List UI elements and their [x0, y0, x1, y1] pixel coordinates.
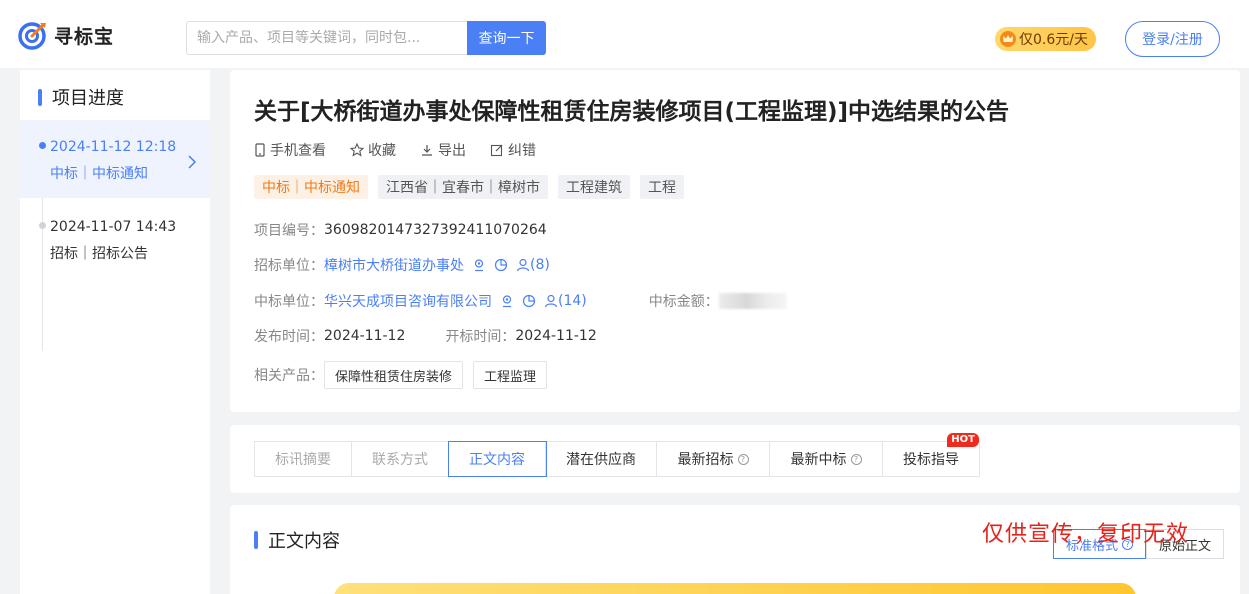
open-label: 开标时间：: [445, 329, 516, 345]
logo-target-icon: [18, 22, 46, 50]
winner-link[interactable]: 华兴天成项目咨询有限公司: [324, 291, 492, 311]
page-title: 关于[大桥街道办事处保障性租赁住房装修项目(工程监理)]中选结果的公告: [254, 99, 1010, 125]
logo[interactable]: 寻标宝: [18, 20, 114, 50]
amount-blurred-value: [718, 293, 787, 309]
winner-contacts-count: (14): [558, 293, 587, 309]
tab-potential-suppliers[interactable]: 潜在供应商: [546, 442, 657, 476]
sidebar-title-text: 项目进度: [52, 88, 124, 109]
dates-row: 发布时间： 2024-11-12 开标时间： 2024-11-12: [254, 326, 597, 346]
tenderer-link[interactable]: 樟树市大桥街道办事处: [324, 255, 464, 275]
export-label: 导出: [438, 143, 466, 159]
location-icon[interactable]: [500, 294, 514, 308]
tag-industry[interactable]: 工程建筑: [558, 175, 630, 199]
amount-label: 中标金额：: [648, 294, 719, 310]
mobile-view-button[interactable]: 手机查看: [254, 140, 326, 160]
winner-label: 中标单位：: [254, 294, 324, 310]
search-button[interactable]: 查询一下: [467, 21, 546, 55]
body-content-card: 正文内容 标准格式 ? 原始正文 仅供宣传，复印无效: [230, 505, 1240, 594]
mobile-view-label: 手机查看: [270, 143, 326, 159]
location-icon[interactable]: [472, 258, 486, 272]
logo-text: 寻标宝: [54, 25, 115, 48]
crown-icon: [1000, 31, 1016, 47]
sidebar-title: 项目进度: [38, 84, 124, 110]
timeline-date: 2024-11-12 12:18: [50, 139, 177, 155]
top-header: 寻标宝 查询一下 仅0.6元/天 登录/注册: [0, 0, 1249, 68]
timeline-dot: [39, 142, 46, 149]
product-chip[interactable]: 工程监理: [473, 361, 548, 389]
tab-bid-guidance[interactable]: 投标指导 HOT: [883, 433, 979, 476]
timeline-dot: [39, 222, 46, 229]
project-number-value: 3609820147327392411070264: [324, 222, 547, 238]
tag-category[interactable]: 工程: [640, 175, 684, 199]
report-error-button[interactable]: 纠错: [490, 140, 536, 160]
timeline-item-active[interactable]: 2024-11-12 12:18 中标｜中标通知: [20, 120, 210, 198]
announcement-detail-card: 关于[大桥街道办事处保障性租赁住房装修项目(工程监理)]中选结果的公告 手机查看…: [230, 70, 1240, 412]
contacts-icon[interactable]: (8): [516, 257, 550, 273]
favorite-button[interactable]: 收藏: [350, 140, 396, 160]
edit-icon: [490, 144, 503, 157]
phone-icon: [255, 143, 265, 157]
tab-summary[interactable]: 标讯摘要: [255, 442, 352, 476]
project-number-label: 项目编号：: [254, 223, 324, 239]
pie-chart-icon[interactable]: [522, 294, 536, 308]
tab-latest-tenders-label: 最新招标: [677, 452, 734, 468]
login-register-button[interactable]: 登录/注册: [1125, 21, 1220, 57]
timeline-item[interactable]: 2024-11-07 14:43 招标｜招标公告: [20, 208, 210, 268]
open-date: 2024-11-12: [515, 328, 597, 344]
tenderer-label: 招标单位：: [254, 258, 324, 274]
timeline-date: 2024-11-07 14:43: [50, 219, 177, 235]
vip-banner[interactable]: [334, 583, 1136, 594]
products-row: 相关产品： 保障性租赁住房装修 工程监理: [254, 361, 557, 389]
action-bar: 手机查看 收藏 导出 纠错: [254, 140, 560, 160]
tenderer-contacts-count: (8): [530, 257, 550, 273]
content-title-text: 正文内容: [268, 531, 340, 552]
title-accent-bar: [254, 531, 258, 549]
timeline-type: 招标｜招标公告: [50, 246, 148, 262]
search-box: [186, 21, 468, 55]
tab-latest-awards[interactable]: 最新中标 ?: [770, 442, 883, 476]
tenderer-row: 招标单位： 樟树市大桥街道办事处 (8): [254, 255, 550, 275]
vip-price-badge[interactable]: 仅0.6元/天: [995, 27, 1096, 51]
tab-body-content[interactable]: 正文内容: [448, 441, 547, 477]
chevron-right-icon: [188, 155, 197, 169]
help-icon: ?: [737, 453, 749, 465]
publish-label: 发布时间：: [254, 329, 324, 345]
publish-date: 2024-11-12: [324, 328, 406, 344]
export-button[interactable]: 导出: [420, 140, 466, 160]
hot-badge: HOT: [947, 433, 979, 447]
search-input[interactable]: [187, 22, 468, 54]
tab-latest-awards-label: 最新中标: [790, 452, 847, 468]
watermark-text: 仅供宣传，复印无效: [982, 522, 1190, 547]
content-section-title: 正文内容: [254, 527, 340, 553]
pie-chart-icon[interactable]: [494, 258, 508, 272]
section-tabs: 标讯摘要 联系方式 正文内容 潜在供应商 最新招标 ? 最新中标 ? 投标指导 …: [254, 433, 980, 477]
report-error-label: 纠错: [508, 143, 536, 159]
tag-list: 中标｜中标通知 江西省｜宜春市｜樟树市 工程建筑 工程: [254, 175, 694, 199]
progress-sidebar: 项目进度 2024-11-12 12:18 中标｜中标通知 2024-11-07…: [20, 70, 210, 594]
tab-bid-guidance-label: 投标指导: [903, 452, 959, 468]
project-number-row: 项目编号： 3609820147327392411070264: [254, 220, 547, 240]
star-icon: [350, 143, 364, 157]
products-label: 相关产品：: [254, 368, 324, 384]
tag-bid-type: 中标｜中标通知: [254, 175, 368, 199]
timeline-type: 中标｜中标通知: [50, 166, 148, 182]
download-icon: [422, 145, 432, 156]
product-chip[interactable]: 保障性租赁住房装修: [324, 361, 464, 389]
winner-row: 中标单位： 华兴天成项目咨询有限公司 (14) 中标金额：: [254, 291, 787, 311]
tag-region[interactable]: 江西省｜宜春市｜樟树市: [378, 175, 548, 199]
help-icon: ?: [850, 453, 862, 465]
favorite-label: 收藏: [368, 143, 396, 159]
contacts-icon[interactable]: (14): [544, 293, 587, 309]
price-text: 仅0.6元/天: [1019, 32, 1088, 48]
section-tabs-card: 标讯摘要 联系方式 正文内容 潜在供应商 最新招标 ? 最新中标 ? 投标指导 …: [230, 425, 1240, 493]
tab-latest-tenders[interactable]: 最新招标 ?: [657, 442, 770, 476]
tab-contact[interactable]: 联系方式: [352, 442, 449, 476]
title-accent-bar: [38, 88, 42, 106]
